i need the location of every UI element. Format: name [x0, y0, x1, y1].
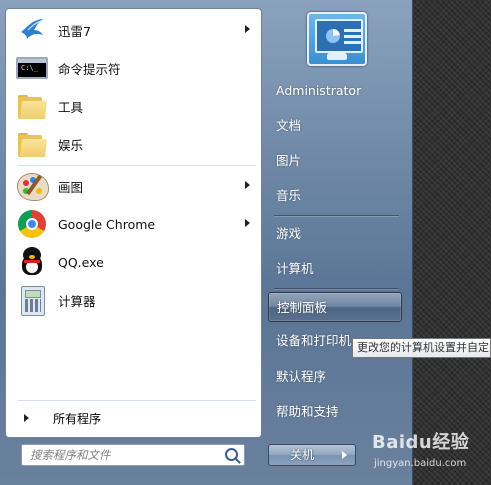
programs-panel: 迅雷7 C:\_ 命令提示符 工具 娱乐 画图 Google Chrome QQ…: [5, 8, 262, 438]
chevron-right-icon: [342, 451, 347, 459]
paint-palette-icon: [16, 170, 49, 202]
folder-icon: [16, 90, 48, 122]
pinned-separator: [18, 165, 256, 166]
program-label: 画图: [58, 179, 84, 195]
folder-icon: [16, 128, 48, 160]
program-item-tools-folder[interactable]: 工具: [14, 89, 254, 123]
program-label: 迅雷7: [58, 23, 91, 39]
program-label: 工具: [58, 99, 84, 115]
search-area: [5, 436, 260, 476]
program-item-command-prompt[interactable]: C:\_ 命令提示符: [14, 51, 254, 85]
shutdown-options-button[interactable]: [335, 444, 356, 466]
program-label: QQ.exe: [58, 254, 104, 270]
right-item-music[interactable]: 音乐: [268, 181, 402, 211]
right-separator: [274, 215, 399, 216]
program-item-qq[interactable]: QQ.exe: [14, 245, 254, 279]
program-item-entertainment-folder[interactable]: 娱乐: [14, 127, 254, 161]
submenu-arrow-icon[interactable]: [245, 25, 250, 33]
right-item-computer[interactable]: 计算机: [268, 254, 402, 284]
program-item-google-chrome[interactable]: Google Chrome: [14, 207, 254, 241]
program-label: 娱乐: [58, 137, 84, 153]
right-item-control-panel[interactable]: 控制面板: [268, 292, 402, 322]
submenu-arrow-icon[interactable]: [245, 181, 250, 189]
command-prompt-icon: C:\_: [16, 52, 48, 84]
watermark-brand: Baidu经验: [372, 432, 470, 453]
right-item-games[interactable]: 游戏: [268, 219, 402, 249]
right-item-default-programs[interactable]: 默认程序: [268, 362, 402, 392]
search-icon[interactable]: [225, 448, 238, 461]
right-separator: [274, 288, 399, 289]
baidu-watermark: Baidu经验 jingyan.baidu.com: [372, 428, 490, 472]
program-label: 计算器: [58, 293, 96, 309]
search-input[interactable]: [28, 445, 222, 465]
all-programs-label: 所有程序: [53, 411, 102, 426]
program-item-xunlei[interactable]: 迅雷7: [14, 13, 254, 47]
watermark-url: jingyan.baidu.com: [374, 458, 467, 469]
right-item-help-support[interactable]: 帮助和支持: [268, 397, 402, 427]
calculator-icon: [16, 284, 48, 316]
user-avatar[interactable]: [307, 12, 367, 66]
program-label: 命令提示符: [58, 61, 121, 77]
expand-arrow-icon: [24, 414, 29, 422]
right-item-pictures[interactable]: 图片: [268, 146, 402, 176]
submenu-arrow-icon[interactable]: [245, 219, 250, 227]
program-item-calculator[interactable]: 计算器: [14, 283, 254, 317]
right-item-user-folder[interactable]: Administrator: [268, 76, 402, 106]
all-programs-button[interactable]: 所有程序: [14, 407, 254, 429]
tooltip: 更改您的计算机设置并自定: [352, 338, 491, 358]
chrome-icon: [16, 208, 48, 240]
thunder-bird-icon: [16, 14, 48, 46]
right-item-documents[interactable]: 文档: [268, 111, 402, 141]
program-label: Google Chrome: [58, 216, 156, 232]
qq-penguin-icon: [16, 246, 48, 278]
shutdown-button[interactable]: 关机: [268, 444, 336, 466]
start-menu: 迅雷7 C:\_ 命令提示符 工具 娱乐 画图 Google Chrome QQ…: [0, 0, 413, 485]
all-programs-separator: [18, 400, 256, 401]
program-item-paint[interactable]: 画图: [14, 169, 254, 203]
search-box[interactable]: [21, 444, 245, 466]
